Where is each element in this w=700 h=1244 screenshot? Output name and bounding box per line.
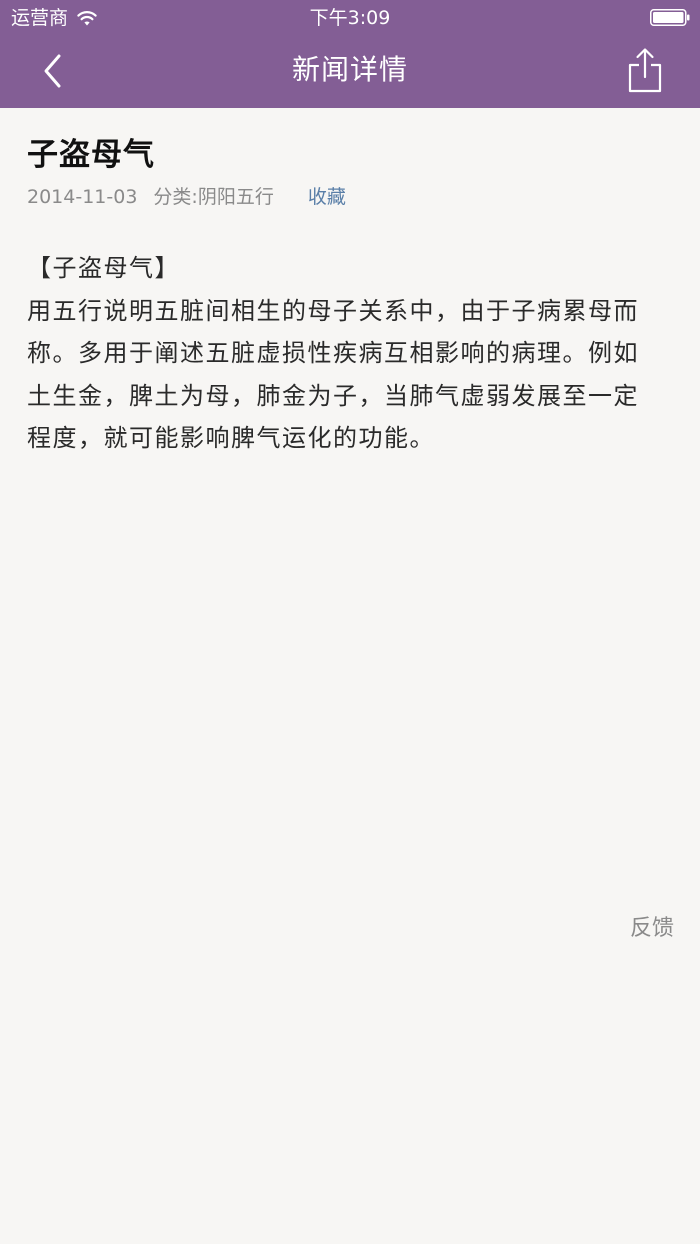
article-body-line: 用五行说明五脏间相生的母子关系中，由于子病累母而 xyxy=(27,296,639,325)
share-icon xyxy=(628,48,662,93)
feedback-link[interactable]: 反馈 xyxy=(630,913,674,945)
status-bar: 运营商 下午3:09 xyxy=(0,0,700,36)
status-time: 下午3:09 xyxy=(309,7,391,29)
top-bar: 运营商 下午3:09 新闻详情 xyxy=(0,0,700,108)
article-date: 2014-11-03 xyxy=(27,186,138,208)
share-button[interactable] xyxy=(620,44,670,96)
battery-icon xyxy=(650,9,690,26)
navigation-bar: 新闻详情 xyxy=(0,36,700,108)
article-title: 子盗母气 xyxy=(27,137,155,173)
article-body-line: 土生金，脾土为母，肺金为子，当肺气虚弱发展至一定 xyxy=(27,381,639,410)
article-body-line: 程度，就可能影响脾气运化的功能。 xyxy=(27,424,435,452)
article-category: 分类:阴阳五行 xyxy=(153,186,274,208)
page-title: 新闻详情 xyxy=(291,53,408,86)
article-meta: 2014-11-03 分类:阴阳五行 收藏 xyxy=(27,183,346,211)
favorite-link[interactable]: 收藏 xyxy=(308,186,346,208)
article-body-line: 称。多用于阐述五脏虚损性疾病互相影响的病理。例如 xyxy=(27,339,639,367)
article-body-line: 【子盗母气】 xyxy=(27,254,180,282)
article-body: 【子盗母气】 用五行说明五脏间相生的母子关系中，由于子病累母而 称。多用于阐述五… xyxy=(27,247,679,460)
